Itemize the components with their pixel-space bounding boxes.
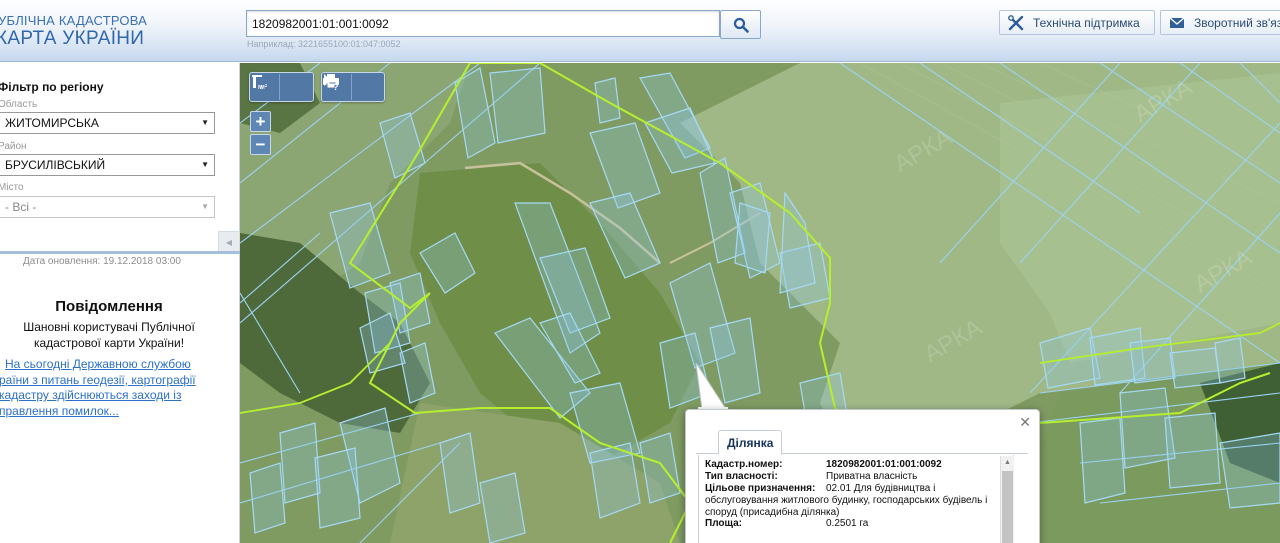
popup-scrollbar[interactable]: ▲ xyxy=(1000,456,1014,543)
purpose-label: Цільове призначення: xyxy=(705,483,816,494)
notice-text-line: Шановні користувачі Публічної xyxy=(23,320,195,334)
logo-line1: УБЛІЧНА КАДАСТРОВА xyxy=(0,13,148,28)
close-icon[interactable]: ✕ xyxy=(1019,414,1031,431)
notice-link[interactable]: На сьогодні Державною службою xyxy=(5,357,191,371)
update-date: Дата оновлення: 19.12.2018 03:00 xyxy=(23,256,181,267)
logo-line2: КАРТА УКРАЇНИ xyxy=(0,28,145,49)
purpose-value-cont: обслуговування житлового будинку, господ… xyxy=(705,495,988,506)
chevron-down-icon: ▼ xyxy=(201,118,209,127)
support-label: Технічна підтримка xyxy=(1033,15,1140,30)
city-label: Місто xyxy=(0,182,24,193)
city-value: - Всі - xyxy=(5,200,37,214)
map-canvas[interactable]: АРКА АРКА АРКА АРКА м м² ? + − ✕ Ділянка… xyxy=(240,63,1280,543)
support-button[interactable]: Технічна підтримка xyxy=(999,10,1155,35)
district-label: Район xyxy=(0,141,27,152)
city-select[interactable]: - Всі - ▼ xyxy=(0,196,215,218)
chevron-left-icon: ◀ xyxy=(225,237,233,247)
chevron-down-icon: ▼ xyxy=(201,202,209,211)
svg-text:?: ? xyxy=(333,82,339,91)
envelope-icon xyxy=(1169,16,1185,29)
zoom-in-button[interactable]: + xyxy=(250,111,271,132)
svg-text:м²: м² xyxy=(260,84,268,91)
popup-tabbar: Ділянка xyxy=(696,430,1028,455)
purpose-value: 02.01 Для будівництва і xyxy=(826,483,936,494)
measure-toolbar: м м² xyxy=(249,72,314,102)
identify-button[interactable]: ? xyxy=(324,74,382,100)
filter-title: Фільтр по регіону xyxy=(0,80,104,94)
parcel-info-popup: ✕ Ділянка Кадастр.номер: 1820982001:01:0… xyxy=(685,409,1040,543)
notice-title: Повідомлення xyxy=(55,298,163,315)
search-example: Наприклад: 3221655100:01:047:0052 xyxy=(247,39,401,49)
ruler-area-icon: м² xyxy=(252,75,268,91)
zoom-out-button[interactable]: − xyxy=(250,134,271,155)
popup-content: Кадастр.номер: 1820982001:01:001:0092 Ти… xyxy=(698,455,1014,543)
search-input[interactable] xyxy=(246,10,720,37)
feedback-label: Зворотний зв'яз xyxy=(1194,15,1280,30)
tools-icon xyxy=(1008,14,1024,31)
header: УБЛІЧНА КАДАСТРОВА КАРТА УКРАЇНИ Наприкл… xyxy=(0,0,1280,62)
purpose-value-cont: споруд (присадибна ділянка) xyxy=(705,507,840,518)
scroll-up-icon[interactable]: ▲ xyxy=(1004,459,1011,466)
feedback-button[interactable]: Зворотний зв'яз xyxy=(1160,10,1280,35)
sidebar: Фільтр по регіону Область ЖИТОМИРСЬКА ▼ … xyxy=(0,63,240,543)
region-value: ЖИТОМИРСЬКА xyxy=(5,116,99,130)
notice-text-line: кадастрової карти України! xyxy=(33,336,185,350)
area-label: Площа: xyxy=(705,518,742,529)
area-value: 0.2501 га xyxy=(826,518,869,529)
tab-parcel[interactable]: Ділянка xyxy=(718,430,783,455)
notice-link[interactable]: кадастру здійснюються заходи із xyxy=(0,388,181,402)
cadastral-number-label: Кадастр.номер: xyxy=(705,459,783,470)
district-value: БРУСИЛІВСЬКИЙ xyxy=(5,158,106,172)
measure-area-button[interactable]: м² xyxy=(252,74,310,100)
search-icon xyxy=(733,17,749,33)
popup-pointer xyxy=(695,362,728,415)
chevron-down-icon: ▼ xyxy=(201,160,209,169)
collapse-sidebar-button[interactable]: ◀ xyxy=(218,231,240,253)
ownership-label: Тип власності: xyxy=(705,471,778,482)
region-select[interactable]: ЖИТОМИРСЬКА ▼ xyxy=(0,112,215,134)
region-label: Область xyxy=(0,99,38,110)
tools-toolbar: ? xyxy=(321,72,385,102)
scrollbar-thumb[interactable] xyxy=(1002,471,1013,543)
identify-icon: ? xyxy=(324,74,339,91)
district-select[interactable]: БРУСИЛІВСЬКИЙ ▼ xyxy=(0,154,215,176)
sidebar-divider xyxy=(0,251,240,254)
notice-link[interactable]: правлення помилок... xyxy=(0,404,119,418)
cadastral-number-value: 1820982001:01:001:0092 xyxy=(826,459,942,470)
ownership-value: Приватна власність xyxy=(826,471,918,482)
search-button[interactable] xyxy=(720,10,761,39)
notice-link[interactable]: раїни з питань геодезії, картографії xyxy=(0,373,196,387)
